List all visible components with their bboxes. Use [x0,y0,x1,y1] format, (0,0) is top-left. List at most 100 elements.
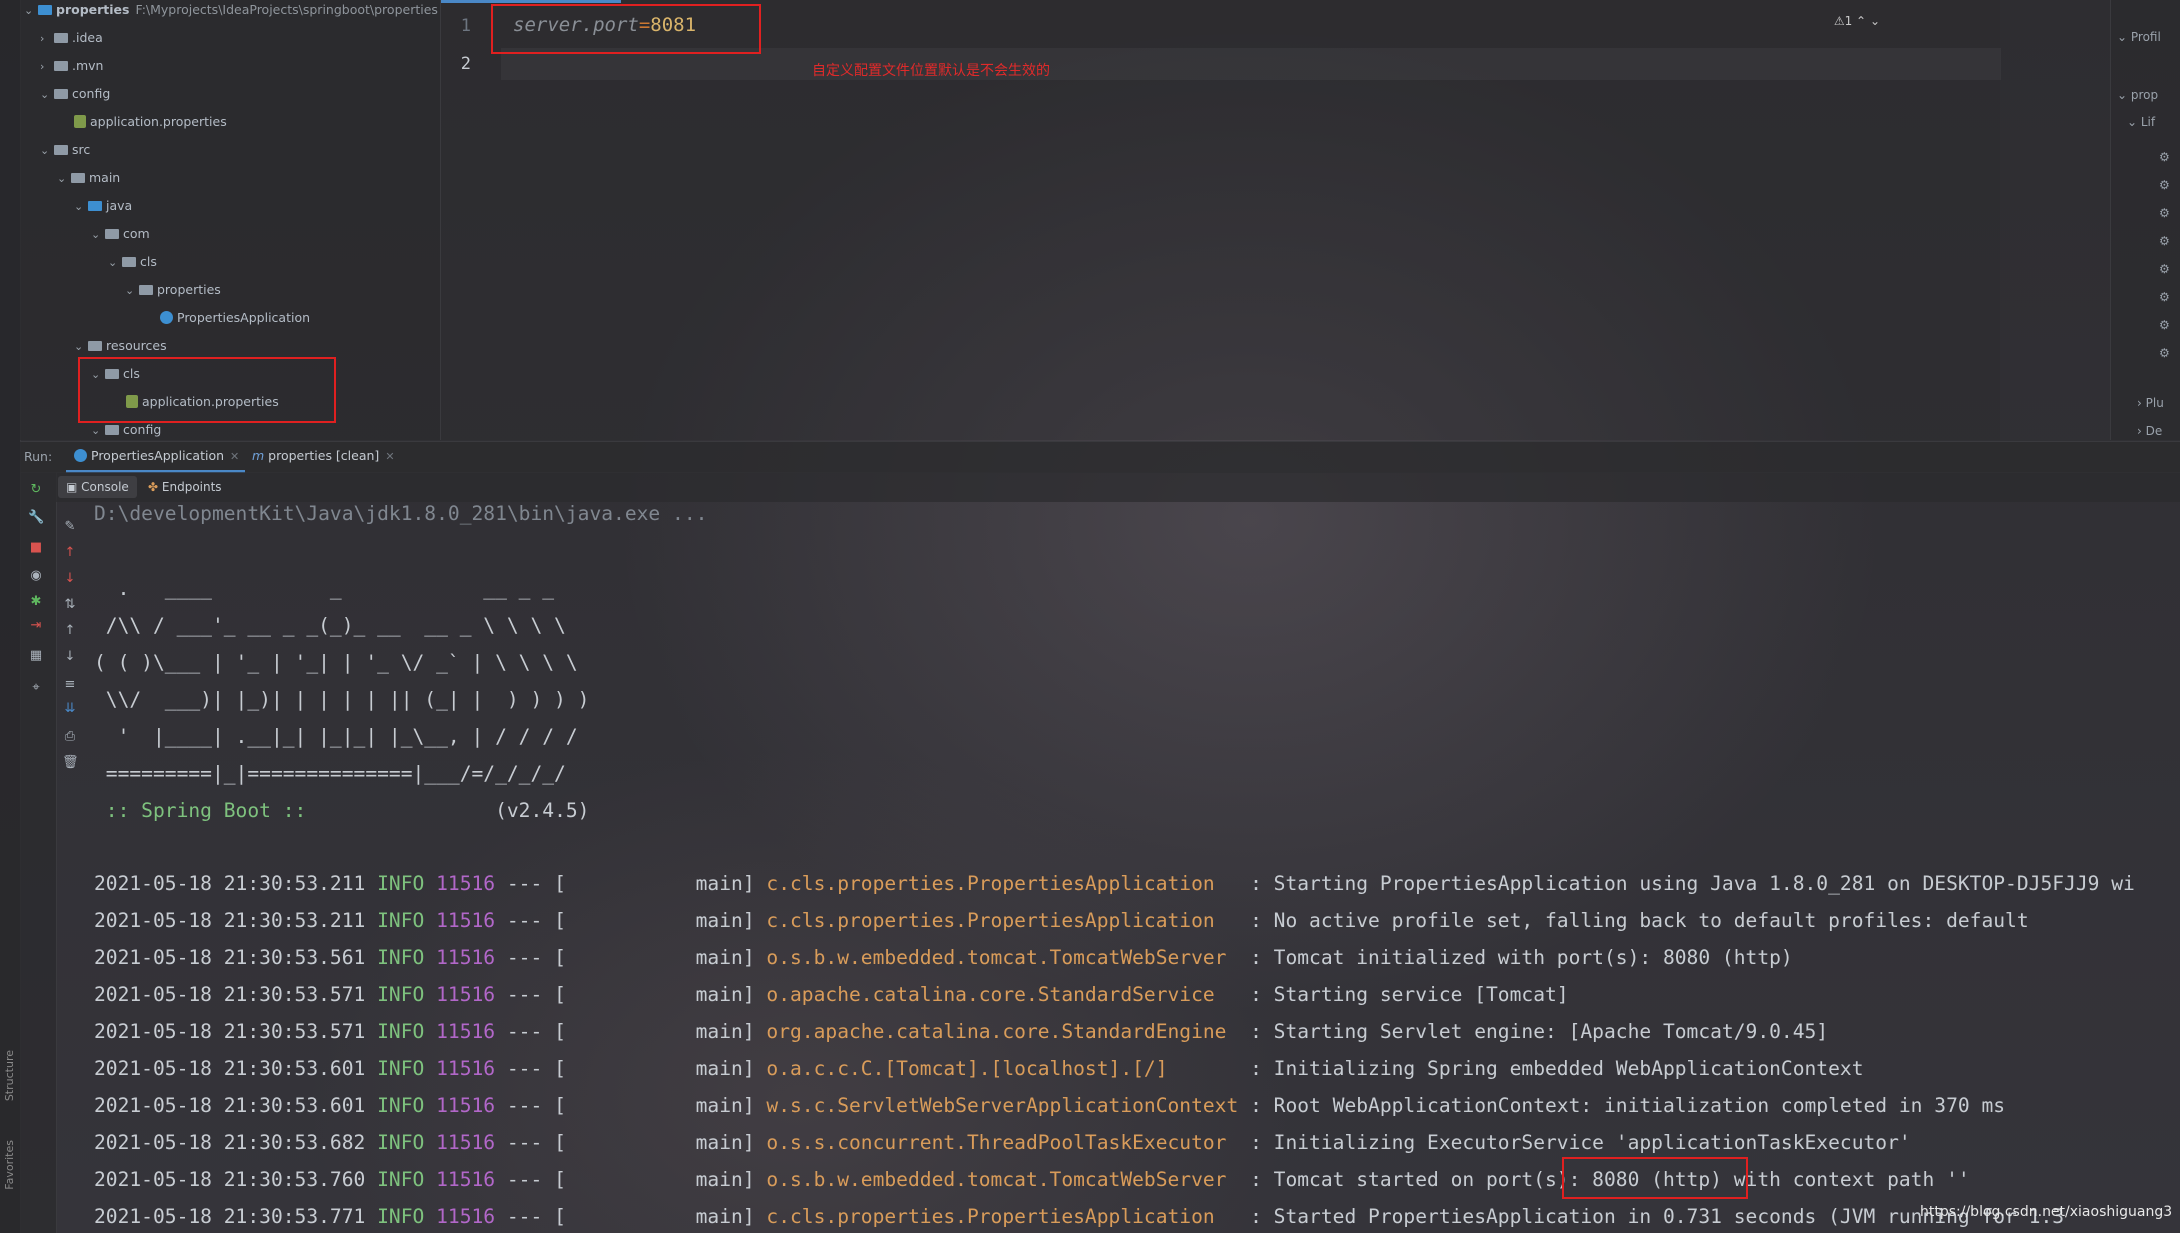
arrow-up-icon[interactable]: ↑ [62,545,78,561]
gear-icon[interactable]: ⚙ [2159,150,2170,164]
log-thread: --- [ main] [506,1168,755,1191]
run-tool-window-header: Run: PropertiesApplication ✕ m properties… [20,441,2180,473]
maven-item-label: De [2145,424,2163,438]
scroll-to-end-icon[interactable]: ⇊ [62,701,78,717]
sort-icon[interactable]: ⇅ [62,597,78,613]
rerun-icon[interactable]: ↻ [28,482,44,498]
tree-item-java[interactable]: ⌄ java [74,193,132,219]
tree-item-cls[interactable]: ⌄ cls [108,249,157,275]
gear-icon[interactable]: ⚙ [2159,262,2170,276]
tab-properties-application[interactable]: PropertiesApplication ✕ [66,442,246,473]
log-line: 2021-05-18 21:30:53.571 INFO 11516 --- [… [94,1020,1828,1043]
log-line: 2021-05-18 21:30:53.601 INFO 11516 --- [… [94,1094,2005,1117]
tree-item-idea[interactable]: › .idea [40,25,103,51]
banner-line: \\/ ___)| |_)| | | | | || (_| | ) ) ) ) [94,688,590,711]
log-thread: --- [ main] [506,872,755,895]
warning-count: ⚠1 [1833,14,1853,28]
tree-item-mvn[interactable]: › .mvn [40,53,103,79]
active-tab-indicator [441,0,621,3]
banner-line: . ____ _ __ _ _ [94,577,555,600]
close-icon[interactable]: ✕ [385,450,394,463]
console-output[interactable]: D:\developmentKit\Java\jdk1.8.0_281\bin\… [92,502,2180,1233]
tree-item-main[interactable]: ⌄ main [57,165,120,191]
soft-wrap-icon[interactable]: ≡ [62,677,78,693]
maven-dependencies[interactable]: › De [2137,424,2162,438]
trash-icon[interactable]: 🗑 [62,755,79,771]
gear-icon[interactable]: ⚙ [2159,178,2170,192]
log-line: 2021-05-18 21:30:53.571 INFO 11516 --- [… [94,983,1569,1006]
tree-item-properties-application[interactable]: PropertiesApplication [158,305,310,331]
maven-plugins[interactable]: › Plu [2137,396,2164,410]
folder-icon [54,33,68,43]
wrench-icon[interactable]: 🔧 [28,510,44,526]
tree-item-com[interactable]: ⌄ com [91,221,150,247]
tree-item-properties-package[interactable]: ⌄ properties [125,277,221,303]
log-message: : Starting PropertiesApplication using J… [1238,872,2135,895]
run-tab-label: properties [clean] [268,448,380,463]
gear-icon[interactable]: ⚙ [2159,318,2170,332]
chevron-down-icon: ⌄ [74,200,84,213]
tab-properties-clean[interactable]: m properties [clean] ✕ [246,442,401,470]
tree-root[interactable]: ⌄ properties F:\Myprojects\IdeaProjects\sp… [24,0,438,23]
editor-pane[interactable]: 1 2 server.port=8081 自定义配置文件位置默认是不会生效的 ⚠… [441,0,2001,440]
log-thread: --- [ main] [506,946,755,969]
gear-icon[interactable]: ⚙ [2159,346,2170,360]
print-icon[interactable]: ⎙ [62,729,78,745]
log-line: 2021-05-18 21:30:53.211 INFO 11516 --- [… [94,909,2029,932]
camera-icon[interactable]: ◉ [28,568,44,584]
log-timestamp: 2021-05-18 21:30:53.211 [94,872,366,895]
maven-project[interactable]: ⌄ prop [2117,88,2158,102]
log-pid: 11516 [436,1094,496,1117]
line-number: 1 [460,16,471,36]
log-thread: --- [ main] [506,1131,755,1154]
tab-console[interactable]: ▣ Console [58,476,137,498]
pin-icon[interactable]: ⌖ [28,680,44,696]
gear-icon[interactable]: ⚙ [2159,234,2170,248]
layout-icon[interactable]: ▦ [28,648,44,664]
log-message: : No active profile set, falling back to… [1238,909,2029,932]
tree-item-src[interactable]: ⌄ src [40,137,90,163]
tree-item-label: config [123,422,162,437]
structure-tool-label[interactable]: Structure [3,1050,16,1101]
log-timestamp: 2021-05-18 21:30:53.771 [94,1205,366,1228]
folder-icon [54,61,68,71]
watermark-text: https://blog.csdn.net/xiaoshiguang3 [1920,1204,2173,1220]
favorites-tool-label[interactable]: Favorites [3,1140,16,1190]
log-line: 2021-05-18 21:30:53.561 INFO 11516 --- [… [94,946,1793,969]
tree-item-config-application-properties[interactable]: application.properties [72,109,227,135]
log-thread: --- [ main] [506,1205,755,1228]
arrow-down-icon[interactable]: ↓ [62,571,78,587]
close-icon[interactable]: ✕ [230,450,239,463]
maven-item-label: prop [2130,88,2159,102]
stop-icon[interactable]: ■ [28,540,44,556]
warning-indicator[interactable]: ⚠1 ⌃ ⌄ [1834,14,1880,28]
maven-lifecycle[interactable]: ⌄ Lif [2127,115,2155,129]
tree-item-resources[interactable]: ⌄ resources [74,333,167,359]
log-message: : Starting service [Tomcat] [1238,983,1569,1006]
tree-item-label: java [106,198,133,213]
gear-icon[interactable]: ⚙ [2159,206,2170,220]
properties-file-icon [74,115,86,128]
log-timestamp: 2021-05-18 21:30:53.682 [94,1131,366,1154]
log-pid: 11516 [436,983,496,1006]
scroll-down-icon[interactable]: ↓ [62,649,78,665]
log-level: INFO [377,983,425,1006]
debug-icon[interactable]: ✱ [28,594,44,610]
chevron-down-icon[interactable]: ⌄ [1870,14,1880,28]
spring-boot-version: (v2.4.5) [318,799,590,822]
chevron-up-icon[interactable]: ⌃ [1856,14,1866,28]
tree-item-label: properties [157,282,221,297]
log-logger: org.apache.catalina.core.StandardEngine [766,1020,1239,1043]
gear-icon[interactable]: ⚙ [2159,290,2170,304]
edit-icon[interactable]: ✎ [62,519,78,535]
tab-endpoints[interactable]: ✤ Endpoints [140,476,230,498]
banner-line: /\\ / ___'_ __ _ _(_)_ __ __ _ \ \ \ \ [94,614,566,637]
tree-item-config[interactable]: ⌄ config [40,81,110,107]
log-message: : Tomcat initialized with port(s): 8080 … [1238,946,1793,969]
scroll-up-icon[interactable]: ↑ [62,623,78,639]
log-logger: o.s.b.w.embedded.tomcat.TomcatWebServer [766,946,1239,969]
maven-profiles[interactable]: ⌄ Profil [2117,30,2161,44]
log-logger: o.apache.catalina.core.StandardService [766,983,1239,1006]
exit-icon[interactable]: ⇥ [28,618,44,634]
folder-icon [71,173,85,183]
